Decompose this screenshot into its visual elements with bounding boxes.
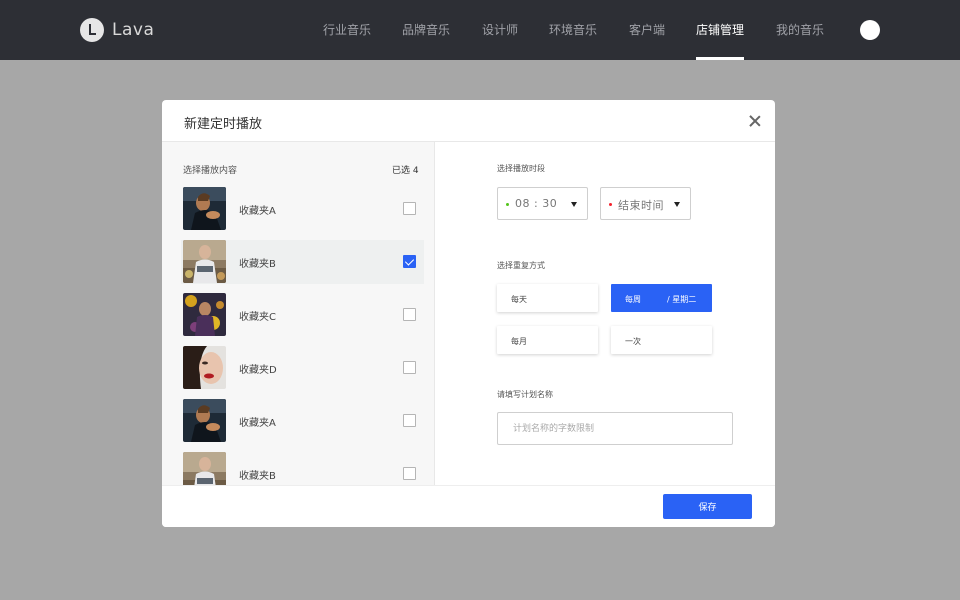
playlist-checkbox-checked[interactable] xyxy=(403,255,416,268)
time-range-label: 选择播放时段 xyxy=(497,164,545,173)
start-time-select[interactable]: 08 : 30 xyxy=(497,187,588,220)
nav-item-my-music[interactable]: 我的音乐 xyxy=(776,0,824,60)
playlist-cover-image xyxy=(183,187,226,230)
repeat-daily-label: 每天 xyxy=(511,295,527,304)
caret-down-icon xyxy=(571,202,577,207)
repeat-once-button[interactable]: 一次 xyxy=(611,326,712,354)
playlist-cover-image xyxy=(183,346,226,389)
new-schedule-modal: 新建定时播放 选择播放内容 已选 4 收藏夹A 收藏夹B 收藏夹C 收藏夹D 收… xyxy=(162,100,775,527)
end-time-select[interactable]: 结束时间 xyxy=(600,187,691,220)
playlist-name: 收藏夹A xyxy=(239,206,276,217)
end-time-placeholder: 结束时间 xyxy=(618,199,664,212)
repeat-mode-label: 选择重复方式 xyxy=(497,261,545,270)
close-icon[interactable] xyxy=(749,115,761,127)
nav-item-store-management[interactable]: 店铺管理 xyxy=(695,0,745,60)
repeat-once-label: 一次 xyxy=(625,337,641,346)
repeat-monthly-label: 每月 xyxy=(511,337,527,346)
repeat-monthly-button[interactable]: 每月 xyxy=(497,326,598,354)
modal-title: 新建定时播放 xyxy=(184,117,263,132)
plan-name-input[interactable] xyxy=(497,412,733,445)
playlist-name: 收藏夹D xyxy=(239,365,277,376)
repeat-weekly-button[interactable]: 每周 / 星期二 xyxy=(611,284,712,312)
list-item[interactable]: 收藏夹D xyxy=(181,346,424,390)
playlist-checkbox[interactable] xyxy=(403,308,416,321)
selected-count: 已选 4 xyxy=(392,166,419,176)
list-item[interactable]: 收藏夹B xyxy=(181,240,424,284)
top-navigation-bar: Lava 行业音乐 品牌音乐 设计师 环境音乐 客户端 店铺管理 我的音乐 xyxy=(0,0,960,60)
list-item[interactable]: 收藏夹B xyxy=(181,452,424,485)
nav-item-designer[interactable]: 设计师 xyxy=(482,0,518,60)
nav-item-ambient-music[interactable]: 环境音乐 xyxy=(549,0,597,60)
list-item[interactable]: 收藏夹C xyxy=(181,293,424,337)
playlist-name: 收藏夹B xyxy=(239,471,276,482)
playlist-cover-image xyxy=(183,240,226,283)
playlist-checkbox[interactable] xyxy=(403,361,416,374)
repeat-weekly-day: / 星期二 xyxy=(667,295,697,304)
end-indicator-dot xyxy=(609,203,612,206)
playlist-cover-image xyxy=(183,293,226,336)
repeat-daily-button[interactable]: 每天 xyxy=(497,284,598,312)
content-selection-panel: 选择播放内容 已选 4 收藏夹A 收藏夹B 收藏夹C 收藏夹D 收藏夹A 收藏夹… xyxy=(162,142,435,485)
start-indicator-dot xyxy=(506,203,509,206)
playlist-cover-image xyxy=(183,399,226,442)
playlist-name: 收藏夹C xyxy=(239,312,276,323)
playlist-checkbox[interactable] xyxy=(403,202,416,215)
caret-down-icon xyxy=(674,202,680,207)
playlist-checkbox[interactable] xyxy=(403,414,416,427)
playlist-checkbox[interactable] xyxy=(403,467,416,480)
list-item[interactable]: 收藏夹A xyxy=(181,399,424,443)
logo-text: Lava xyxy=(112,20,155,40)
start-time-value: 08 : 30 xyxy=(515,197,558,210)
modal-header: 新建定时播放 xyxy=(162,100,775,142)
modal-footer: 保存 xyxy=(162,485,775,527)
nav-item-industry-music[interactable]: 行业音乐 xyxy=(323,0,371,60)
lava-logo-icon xyxy=(80,18,104,42)
user-avatar[interactable] xyxy=(860,20,880,40)
playlist-cover-image xyxy=(183,452,226,485)
repeat-weekly-label: 每周 xyxy=(625,295,641,304)
logo[interactable]: Lava xyxy=(80,18,154,42)
plan-name-label: 请填写计划名称 xyxy=(497,390,553,399)
save-button[interactable]: 保存 xyxy=(663,494,752,519)
nav-item-client[interactable]: 客户端 xyxy=(629,0,665,60)
list-item[interactable]: 收藏夹A xyxy=(181,187,424,231)
nav-item-brand-music[interactable]: 品牌音乐 xyxy=(402,0,450,60)
playlist-name: 收藏夹A xyxy=(239,418,276,429)
schedule-settings-panel: 选择播放时段 08 : 30 结束时间 选择重复方式 每天 每周 / 星期二 每… xyxy=(436,142,775,485)
content-selection-label: 选择播放内容 xyxy=(183,166,238,176)
playlist-name: 收藏夹B xyxy=(239,259,276,270)
